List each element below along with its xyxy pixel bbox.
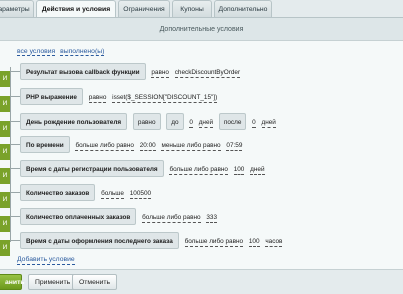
operator-select[interactable]: больше	[101, 189, 124, 199]
tree-branch	[10, 71, 20, 72]
tab-parameters[interactable]: араметры	[0, 0, 34, 17]
and-marker: И	[0, 71, 10, 87]
condition-row[interactable]: PHP выражение равно isset($_SESSION["DIS…	[20, 88, 218, 105]
tab-restrictions[interactable]: Ограничения	[118, 0, 170, 17]
add-condition-link[interactable]: Добавить условие	[17, 255, 75, 265]
after-chip: после	[218, 113, 247, 130]
operator-select[interactable]: меньше либо равно	[161, 141, 221, 151]
and-marker: И	[0, 96, 10, 112]
condition-value[interactable]: 100	[248, 237, 260, 247]
operator-select[interactable]: больше либо равно	[184, 237, 244, 247]
tree-branch	[10, 121, 20, 122]
condition-row[interactable]: Результат вызова callback функции равно …	[20, 63, 241, 80]
done-link[interactable]: выполнено(ы)	[60, 48, 105, 56]
after-days-unit: дней	[261, 119, 276, 128]
tab-additional[interactable]: Дополнительно	[214, 0, 272, 17]
all-conditions-link[interactable]: все условия	[17, 48, 56, 56]
condition-label: Количество оплаченных заказов	[20, 208, 137, 225]
operator-select[interactable]: равно	[88, 93, 107, 103]
condition-unit[interactable]: дней	[250, 165, 265, 175]
operator-select[interactable]: больше либо равно	[142, 213, 201, 223]
condition-row[interactable]: Количество оплаченных заказов больше либ…	[20, 208, 218, 225]
after-days-value[interactable]: 0	[252, 118, 256, 128]
operator-select[interactable]: равно	[132, 113, 161, 130]
save-button[interactable]: анить	[0, 274, 25, 290]
condition-label: PHP выражение	[20, 88, 83, 105]
condition-label: Время с даты регистрации пользователя	[20, 160, 164, 177]
condition-row[interactable]: Время с даты оформления последнего заказ…	[20, 232, 283, 249]
and-marker: И	[0, 216, 10, 232]
before-chip: до	[166, 113, 184, 130]
condition-label: День рождение пользователя	[20, 113, 128, 130]
tree-branch	[10, 216, 20, 217]
condition-value[interactable]: 100	[233, 165, 245, 175]
tree-branch	[10, 144, 20, 145]
cancel-button[interactable]: Отменить	[72, 274, 118, 290]
and-marker: И	[0, 168, 10, 184]
condition-row[interactable]: День рождение пользователя равно до 0 дн…	[20, 113, 276, 130]
condition-value[interactable]: 100500	[129, 189, 152, 199]
tree-branch	[10, 240, 20, 241]
tab-actions-conditions[interactable]: Действия и условия	[36, 0, 116, 18]
condition-label: Количество заказов	[20, 184, 96, 201]
condition-row[interactable]: Время с даты регистрации пользователя бо…	[20, 160, 265, 177]
operator-select[interactable]: больше либо равно	[169, 165, 228, 175]
condition-unit[interactable]: часов	[265, 237, 283, 247]
apply-button[interactable]: Применить	[28, 274, 78, 290]
tree-branch	[10, 192, 20, 193]
tree-branch	[10, 168, 20, 169]
condition-row[interactable]: Количество заказов больше 100500	[20, 184, 152, 201]
before-days-value[interactable]: 0	[189, 118, 193, 128]
time-to-value[interactable]: 07:59	[226, 141, 243, 151]
condition-label: Время с даты оформления последнего заказ…	[20, 232, 179, 249]
conditions-group-header: все условия выполнено(ы)	[17, 48, 105, 56]
before-days-unit: дней	[198, 119, 214, 128]
tab-bar: араметры Действия и условия Ограничения …	[0, 0, 403, 18]
and-marker: И	[0, 121, 10, 137]
condition-value[interactable]: 333	[206, 213, 218, 223]
time-from-value[interactable]: 20:00	[139, 141, 156, 151]
section-title: Дополнительные условия	[0, 18, 403, 41]
form-footer: анить Применить Отменить	[0, 269, 403, 294]
condition-row[interactable]: По времени больше либо равно 20:00 меньш…	[20, 136, 243, 153]
condition-value[interactable]: isset($_SESSION["DISCOUNT_15"])	[112, 93, 218, 103]
and-marker: И	[0, 144, 10, 160]
condition-label: Результат вызова callback функции	[20, 63, 146, 80]
and-marker: И	[0, 240, 10, 256]
condition-label: По времени	[20, 136, 70, 153]
conditions-panel: Дополнительные условия все условия выпол…	[0, 17, 403, 269]
tree-branch	[10, 96, 20, 97]
condition-value[interactable]: checkDiscountByOrder	[174, 68, 241, 78]
operator-select[interactable]: больше либо равно	[75, 141, 134, 151]
operator-select[interactable]: равно	[151, 68, 169, 78]
and-marker: И	[0, 192, 10, 208]
tab-coupons[interactable]: Купоны	[172, 0, 212, 17]
